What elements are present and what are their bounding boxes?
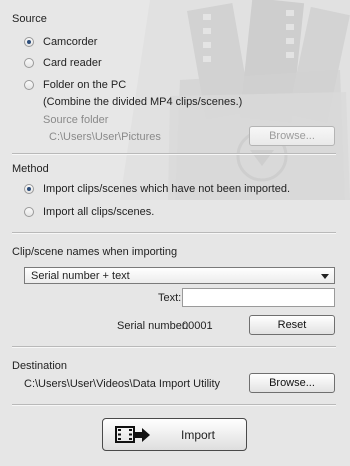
naming-title: Clip/scene names when importing bbox=[12, 246, 178, 258]
destination-browse-button[interactable]: Browse... bbox=[249, 373, 335, 393]
naming-dropdown[interactable]: Serial number + text bbox=[24, 267, 335, 284]
source-folder-label: Source folder bbox=[43, 114, 109, 126]
naming-dropdown-value: Serial number + text bbox=[31, 269, 130, 282]
radio-icon[interactable] bbox=[24, 184, 34, 194]
radio-import-all[interactable]: Import all clips/scenes. bbox=[24, 206, 154, 218]
dropdown-arrow-icon[interactable] bbox=[321, 274, 329, 279]
divider bbox=[12, 346, 336, 348]
folder-note: (Combine the divided MP4 clips/scenes.) bbox=[43, 96, 243, 108]
radio-camcorder-label: Camcorder bbox=[43, 36, 98, 48]
radio-card-reader[interactable]: Card reader bbox=[24, 57, 102, 69]
method-title: Method bbox=[12, 163, 49, 175]
serial-number-value: 00001 bbox=[182, 320, 213, 332]
radio-camcorder[interactable]: Camcorder bbox=[24, 36, 97, 48]
radio-icon[interactable] bbox=[24, 80, 34, 90]
divider bbox=[12, 232, 336, 234]
radio-import-not-imported[interactable]: Import clips/scenes which have not been … bbox=[24, 183, 290, 195]
destination-title: Destination bbox=[12, 360, 68, 372]
text-field[interactable] bbox=[182, 288, 335, 307]
destination-path: C:\Users\User\Videos\Data Import Utility bbox=[24, 378, 221, 390]
radio-icon[interactable] bbox=[24, 37, 34, 47]
radio-folder-on-pc[interactable]: Folder on the PC bbox=[24, 79, 126, 91]
source-folder-path: C:\Users\User\Pictures bbox=[49, 131, 161, 143]
divider bbox=[12, 153, 336, 155]
serial-number-label: Serial number: bbox=[117, 320, 189, 332]
import-label: Import bbox=[181, 427, 216, 442]
import-button[interactable]: Import bbox=[102, 418, 247, 451]
text-field-label: Text: bbox=[158, 292, 182, 304]
radio-icon[interactable] bbox=[24, 207, 34, 217]
radio-icon[interactable] bbox=[24, 58, 34, 68]
radio-folder-label: Folder on the PC bbox=[43, 79, 127, 91]
divider bbox=[12, 404, 336, 406]
film-import-icon bbox=[115, 425, 150, 443]
source-browse-button[interactable]: Browse... bbox=[249, 126, 335, 146]
source-title: Source bbox=[12, 13, 47, 25]
radio-import-not-imported-label: Import clips/scenes which have not been … bbox=[43, 183, 291, 195]
radio-import-all-label: Import all clips/scenes. bbox=[43, 206, 155, 218]
radio-card-reader-label: Card reader bbox=[43, 57, 102, 69]
reset-button[interactable]: Reset bbox=[249, 315, 335, 335]
